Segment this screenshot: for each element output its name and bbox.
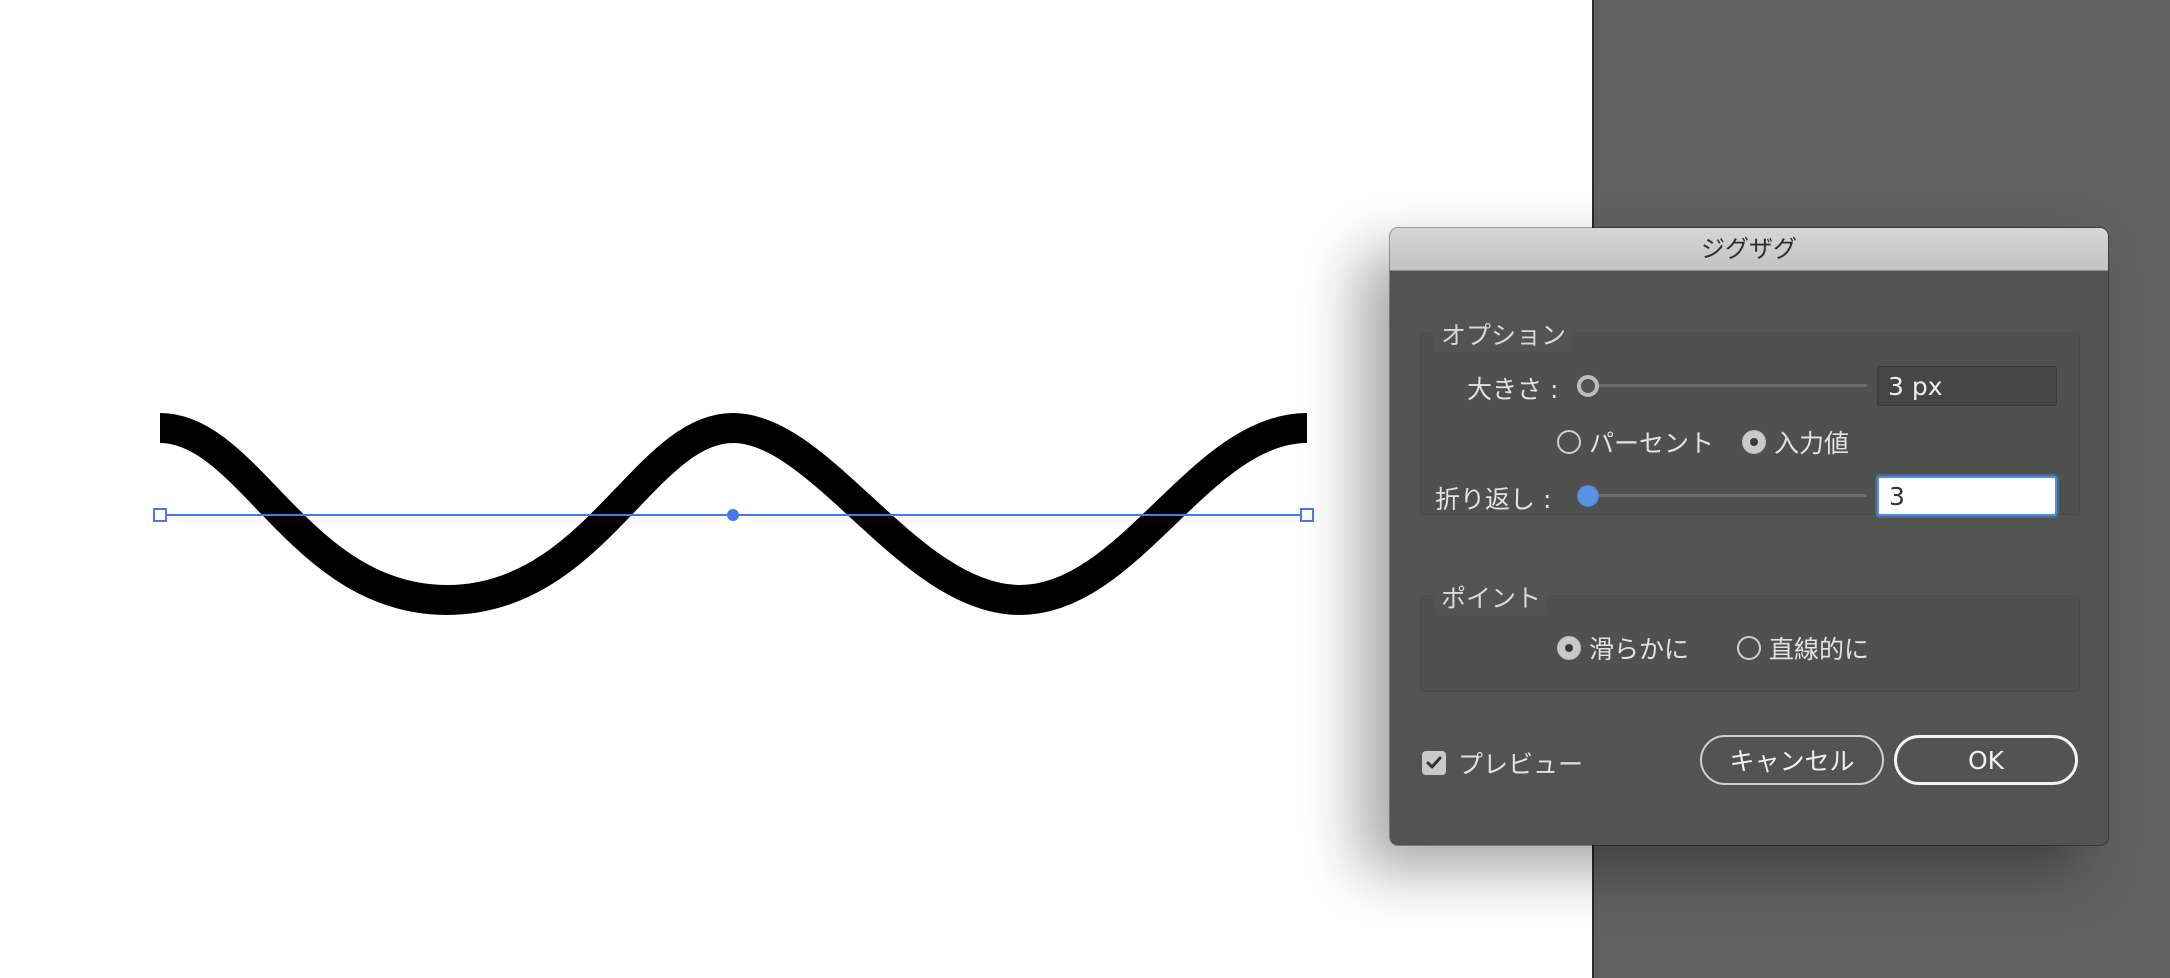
radio-absolute-label: 入力値: [1774, 429, 1850, 458]
options-group-legend: オプション: [1435, 316, 1573, 352]
zigzag-artwork[interactable]: [0, 0, 1592, 978]
size-input[interactable]: [1877, 366, 2057, 406]
points-radios: 滑らかに 直線的に: [1557, 630, 1869, 666]
ridges-label: 折り返し :: [1435, 485, 1552, 514]
anchor-point-right[interactable]: [1300, 508, 1314, 522]
preview-label: プレビュー: [1458, 750, 1584, 779]
ridges-slider[interactable]: [1577, 481, 1867, 511]
ridges-input[interactable]: [1877, 476, 2057, 516]
size-slider-track[interactable]: [1577, 384, 1867, 387]
cancel-button[interactable]: キャンセル: [1700, 735, 1884, 785]
radio-percent[interactable]: パーセント: [1557, 424, 1714, 460]
options-group: オプション 大きさ : パーセント 入力値 折り返し :: [1420, 316, 2080, 516]
radio-absolute-circle[interactable]: [1742, 430, 1767, 454]
ridges-slider-track[interactable]: [1577, 494, 1867, 497]
radio-smooth-label: 滑らかに: [1589, 635, 1690, 664]
size-label: 大きさ :: [1467, 375, 1559, 404]
radio-corner-circle[interactable]: [1737, 636, 1762, 660]
unit-mode-radios: パーセント 入力値: [1557, 424, 1849, 460]
size-slider-thumb[interactable]: [1577, 375, 1599, 397]
points-group-legend: ポイント: [1435, 579, 1548, 615]
radio-absolute[interactable]: 入力値: [1742, 424, 1849, 460]
ridges-slider-thumb[interactable]: [1577, 485, 1599, 507]
points-group: ポイント 滑らかに 直線的に: [1420, 579, 2080, 692]
radio-smooth-circle[interactable]: [1557, 636, 1581, 660]
preview-checkbox-box[interactable]: [1422, 751, 1446, 775]
size-slider[interactable]: [1577, 371, 1867, 401]
radio-smooth[interactable]: 滑らかに: [1557, 630, 1689, 666]
checkmark-icon: [1426, 756, 1442, 769]
anchor-point-left[interactable]: [153, 508, 167, 522]
radio-percent-circle[interactable]: [1557, 430, 1581, 454]
ok-button[interactable]: OK: [1894, 735, 2078, 785]
radio-corner[interactable]: 直線的に: [1737, 630, 1869, 666]
radio-percent-label: パーセント: [1589, 429, 1715, 458]
dialog-title: ジグザグ: [1390, 228, 2108, 271]
artboard[interactable]: [0, 0, 1592, 978]
preview-checkbox[interactable]: プレビュー: [1422, 745, 1583, 781]
center-point[interactable]: [727, 509, 739, 521]
radio-corner-label: 直線的に: [1769, 635, 1870, 664]
zigzag-dialog: ジグザグ オプション 大きさ : パーセント 入力値 折り返し :: [1390, 228, 2108, 845]
